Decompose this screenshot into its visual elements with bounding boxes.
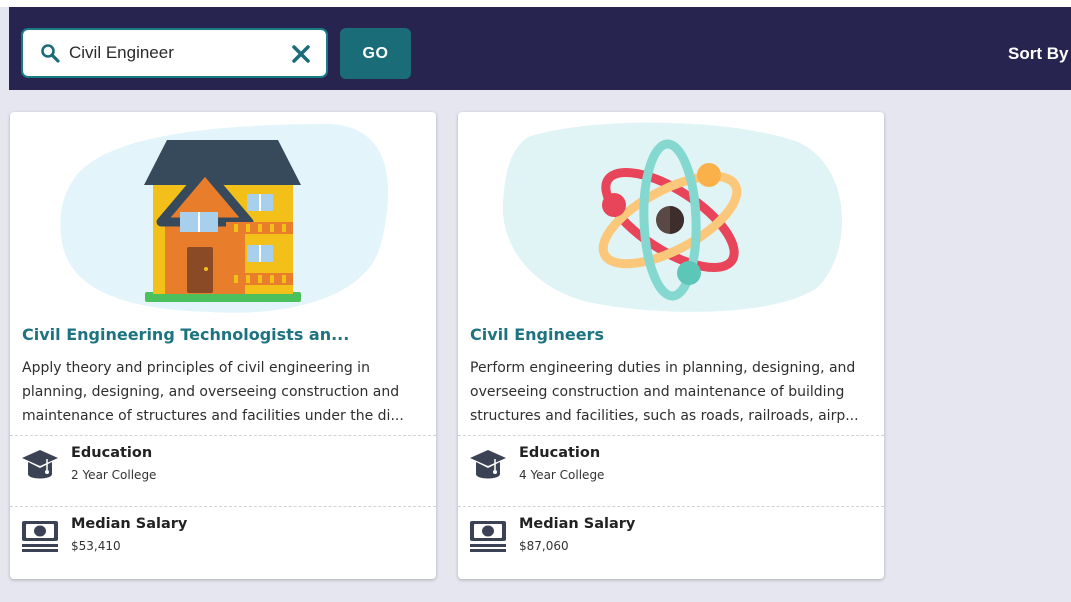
search-input[interactable] <box>69 40 279 66</box>
salary-label: Median Salary <box>519 516 636 532</box>
clear-search-icon[interactable] <box>289 42 313 66</box>
education-label: Education <box>519 445 601 461</box>
career-title[interactable]: Civil Engineers <box>470 325 875 344</box>
top-strip <box>0 0 1071 7</box>
salary-label: Median Salary <box>71 516 188 532</box>
atom-icon <box>502 122 843 312</box>
career-description: Perform engineering duties in planning, … <box>470 360 859 424</box>
divider <box>10 506 436 507</box>
search-icon <box>41 44 60 63</box>
graduation-cap-icon <box>470 450 506 479</box>
salary-value: $53,410 <box>71 539 121 553</box>
career-description: Apply theory and principles of civil eng… <box>22 360 404 424</box>
search-box[interactable] <box>21 28 328 78</box>
career-card[interactable]: Civil Engineering Technologists an... Ap… <box>10 112 436 579</box>
salary-value: $87,060 <box>519 539 569 553</box>
education-label: Education <box>71 445 153 461</box>
divider <box>10 435 436 436</box>
education-value: 4 Year College <box>519 468 605 482</box>
search-header: GO Sort By <box>9 7 1071 90</box>
go-button[interactable]: GO <box>340 28 411 79</box>
sort-by-button[interactable]: Sort By <box>1008 44 1068 64</box>
education-value: 2 Year College <box>71 468 157 482</box>
career-card[interactable]: Civil Engineers Perform engineering duti… <box>458 112 884 579</box>
career-title[interactable]: Civil Engineering Technologists an... <box>22 325 427 344</box>
divider <box>458 506 884 507</box>
money-icon <box>22 521 58 552</box>
graduation-cap-icon <box>22 450 58 479</box>
divider <box>458 435 884 436</box>
money-icon <box>470 521 506 552</box>
house-icon <box>60 124 389 313</box>
